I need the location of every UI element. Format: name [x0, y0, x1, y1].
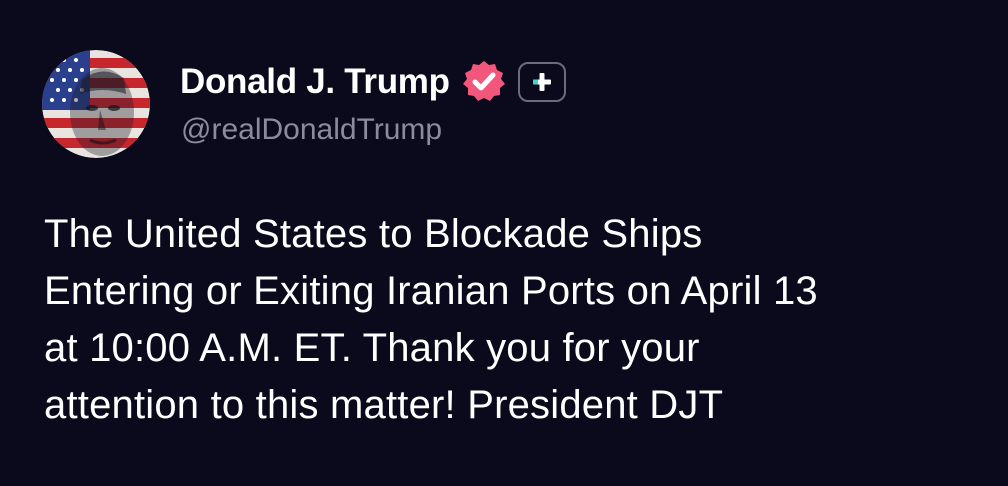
author-name-row: Donald J. Trump: [180, 58, 566, 106]
plus-icon: [532, 73, 551, 91]
verified-badge-icon: [460, 58, 508, 106]
author-handle[interactable]: @realDonaldTrump: [181, 113, 442, 147]
avatar[interactable]: [42, 50, 150, 158]
author-display-name[interactable]: Donald J. Trump: [180, 62, 450, 102]
follow-button[interactable]: [517, 62, 566, 102]
post-card: Donald J. Trump @realDonaldTrump The Uni…: [0, 0, 1008, 486]
post-body-text: The United States to Blockade Ships Ente…: [44, 212, 818, 427]
flag-portrait-avatar-icon: [42, 50, 150, 158]
